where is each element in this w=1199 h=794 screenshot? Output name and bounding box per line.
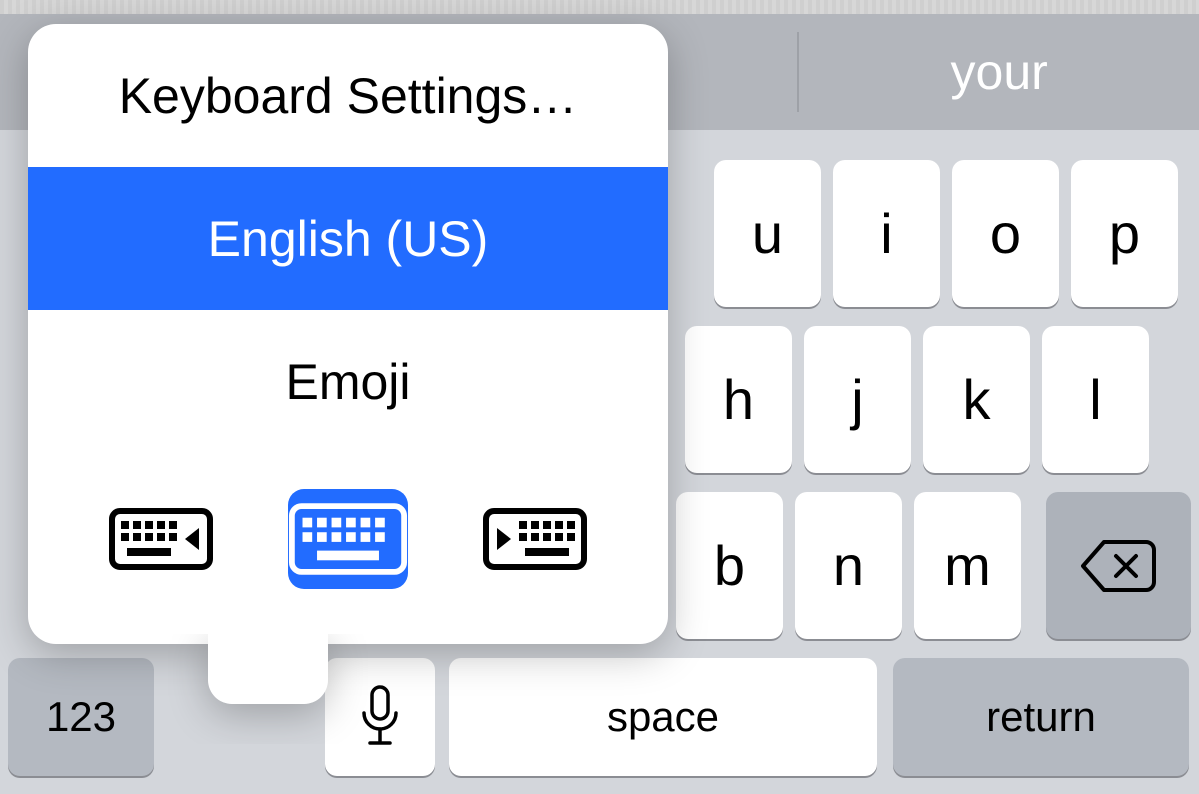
keyboard-left-icon <box>109 508 213 570</box>
popover-tail <box>208 634 328 704</box>
key-u[interactable]: u <box>714 160 821 307</box>
key-o[interactable]: o <box>952 160 1059 307</box>
key-m[interactable]: m <box>914 492 1021 639</box>
key-b[interactable]: b <box>676 492 783 639</box>
key-numbers[interactable]: 123 <box>8 658 154 776</box>
key-l[interactable]: l <box>1042 326 1149 473</box>
keyboard-layout-right[interactable] <box>475 489 595 589</box>
keyboard-switcher-popover: Keyboard Settings… English (US) Emoji <box>28 24 668 644</box>
screen: your u i o p h j k l b n m 123 <box>0 0 1199 794</box>
keyboard-language-item-emoji[interactable]: Emoji <box>28 310 668 453</box>
keyboard-layout-full[interactable] <box>288 489 408 589</box>
keyboard-layout-row <box>28 453 668 644</box>
key-j[interactable]: j <box>804 326 911 473</box>
keyboard-language-item-english-us[interactable]: English (US) <box>28 167 668 310</box>
key-space[interactable]: space <box>449 658 877 776</box>
key-p[interactable]: p <box>1071 160 1178 307</box>
key-i[interactable]: i <box>833 160 940 307</box>
microphone-icon <box>359 685 401 749</box>
keyboard-full-icon <box>288 501 408 577</box>
key-h[interactable]: h <box>685 326 792 473</box>
keyboard-settings-item[interactable]: Keyboard Settings… <box>28 24 668 167</box>
keyboard-right-icon <box>483 508 587 570</box>
key-backspace[interactable] <box>1046 492 1191 639</box>
key-dictation[interactable] <box>325 658 435 776</box>
suggestion-3[interactable]: your <box>799 14 1199 130</box>
keyboard-layout-left[interactable] <box>101 489 221 589</box>
backspace-icon <box>1080 539 1158 593</box>
status-strip <box>0 0 1199 14</box>
key-return[interactable]: return <box>893 658 1189 776</box>
key-n[interactable]: n <box>795 492 902 639</box>
key-k[interactable]: k <box>923 326 1030 473</box>
